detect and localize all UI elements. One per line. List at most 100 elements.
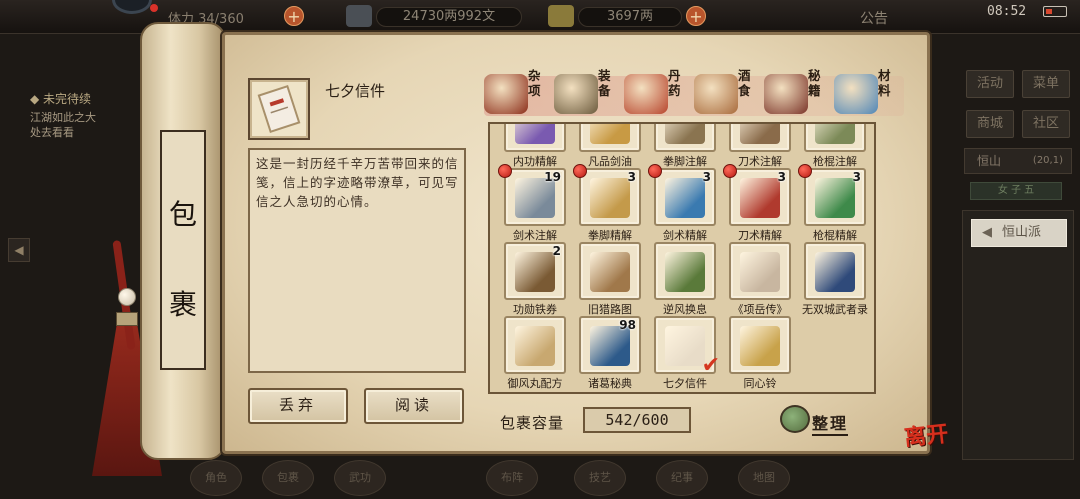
item-icon (740, 124, 780, 144)
item-icon (740, 178, 780, 218)
nav-formation[interactable]: 布阵 (486, 460, 538, 496)
inventory-slot[interactable] (729, 124, 791, 152)
inventory-slot[interactable] (654, 124, 716, 152)
sect-name: 恒山派 (1002, 225, 1042, 240)
item-count: 3 (627, 170, 636, 184)
money-pouch-icon[interactable] (780, 405, 810, 433)
inventory-slot[interactable]: 3 (648, 164, 716, 226)
item-label: 剑术注解 (513, 229, 557, 242)
category-label: 酒食 (738, 68, 751, 98)
inventory-slot[interactable] (804, 124, 866, 152)
inventory-slot[interactable]: 3 (573, 164, 641, 226)
add-gold-button[interactable]: + (686, 6, 706, 26)
item-count: 3 (852, 170, 861, 184)
item-label: 无双城武者录 (802, 303, 868, 316)
nav-chronicle[interactable]: 纪事 (656, 460, 708, 496)
item-icon (590, 124, 630, 144)
discard-button[interactable]: 丢弃 (248, 388, 348, 424)
item-label: 《项岳传》 (732, 303, 788, 316)
item-label: 刀术精解 (738, 229, 782, 242)
category-tab-1[interactable]: 装备 (554, 66, 634, 118)
inventory-slot[interactable]: 19 (498, 164, 566, 226)
category-tab-0[interactable]: 杂项 (484, 66, 564, 118)
category-tab-5[interactable]: 材料 (834, 66, 914, 118)
category-tab-4[interactable]: 秘籍 (764, 66, 844, 118)
item-icon (665, 178, 705, 218)
inventory-slot[interactable] (729, 242, 791, 300)
pills-icon (624, 74, 668, 114)
nav-map[interactable]: 地图 (738, 460, 790, 496)
sect-panel: ◀ 恒山派 (962, 210, 1074, 460)
channel-tab[interactable]: 女 子 五 (970, 182, 1062, 200)
community-button[interactable]: 社区 (1022, 110, 1070, 138)
inventory-slot[interactable]: 98 (579, 316, 641, 374)
books-icon (764, 74, 808, 114)
inventory-slot[interactable]: 3 (798, 164, 866, 226)
item-icon (515, 178, 555, 218)
nav-bag[interactable]: 包裹 (262, 460, 314, 496)
item-icon (815, 252, 855, 292)
sort-button[interactable]: 整理 (812, 410, 849, 436)
item-count: 98 (619, 318, 636, 332)
inventory-slot[interactable] (504, 316, 566, 374)
caret-left-icon: ◀ (982, 225, 992, 240)
notice-button[interactable]: 公告 (860, 8, 888, 28)
collapse-left-button[interactable]: ◀ (8, 238, 30, 262)
item-label: 同心铃 (743, 377, 777, 390)
new-badge-icon (498, 164, 512, 178)
item-count: 19 (544, 170, 561, 184)
inventory-grid[interactable]: 内功精解 凡品剑油 拳脚注解 刀术注解 枪棍注解 19 剑术注解 3 拳脚精解 3 剑术精解 3 刀术精… (488, 122, 876, 394)
new-badge-icon (798, 164, 812, 178)
item-icon (665, 124, 705, 144)
category-label: 杂项 (528, 68, 541, 98)
food-icon (694, 74, 738, 114)
inventory-slot[interactable]: 2 (504, 242, 566, 300)
category-tab-3[interactable]: 酒食 (694, 66, 774, 118)
category-label: 秘籍 (808, 68, 821, 98)
map-location[interactable]: 恒山 (20,1) (964, 148, 1072, 174)
new-badge-icon (648, 164, 662, 178)
category-tab-2[interactable]: 丹药 (624, 66, 704, 118)
sect-button[interactable]: ◀ 恒山派 (971, 219, 1067, 247)
nav-role[interactable]: 角色 (190, 460, 242, 496)
silver-icon (346, 5, 372, 27)
scroll-title: 包 裹 (168, 198, 197, 321)
item-label: 拳脚精解 (588, 229, 632, 242)
location-coords: (20,1) (1032, 155, 1063, 166)
item-label: 七夕信件 (663, 377, 707, 390)
inventory-slot[interactable] (729, 316, 791, 374)
read-button[interactable]: 阅读 (364, 388, 464, 424)
inventory-slot[interactable]: 3 (723, 164, 791, 226)
item-count: 2 (552, 244, 561, 258)
item-icon (815, 124, 855, 144)
inventory-slot[interactable] (579, 242, 641, 300)
leave-button[interactable]: 离开 (902, 416, 949, 452)
nav-skill[interactable]: 技艺 (574, 460, 626, 496)
ring-decoration (116, 312, 138, 326)
jade-bead-icon (118, 288, 136, 306)
bottom-nav: 角色 包裹 武功 布阵 技艺 纪事 地图 (190, 458, 950, 499)
avatar-orb[interactable] (112, 0, 152, 14)
item-icon (740, 326, 780, 366)
category-label: 装备 (598, 68, 611, 98)
item-icon (740, 252, 780, 292)
inventory-slot[interactable] (654, 242, 716, 300)
activity-button[interactable]: 活动 (966, 70, 1014, 98)
location-name: 恒山 (977, 154, 1002, 168)
menu-button[interactable]: 菜单 (1022, 70, 1070, 98)
inventory-slot[interactable] (579, 124, 641, 152)
item-icon (665, 252, 705, 292)
inventory-slot[interactable] (804, 242, 866, 300)
item-label: 枪棍精解 (813, 229, 857, 242)
capacity-label: 包裹容量 (500, 414, 565, 432)
add-stamina-button[interactable]: + (284, 6, 304, 26)
category-label: 丹药 (668, 68, 681, 98)
inventory-slot[interactable] (504, 124, 566, 152)
nav-martial[interactable]: 武功 (334, 460, 386, 496)
battery-icon (1043, 6, 1067, 17)
inventory-slot[interactable]: ✔ (654, 316, 720, 378)
shop-button[interactable]: 商城 (966, 110, 1014, 138)
jar-icon (484, 74, 528, 114)
item-label: 功勋铁券 (513, 303, 557, 316)
selected-item-name: 七夕信件 (325, 82, 386, 100)
